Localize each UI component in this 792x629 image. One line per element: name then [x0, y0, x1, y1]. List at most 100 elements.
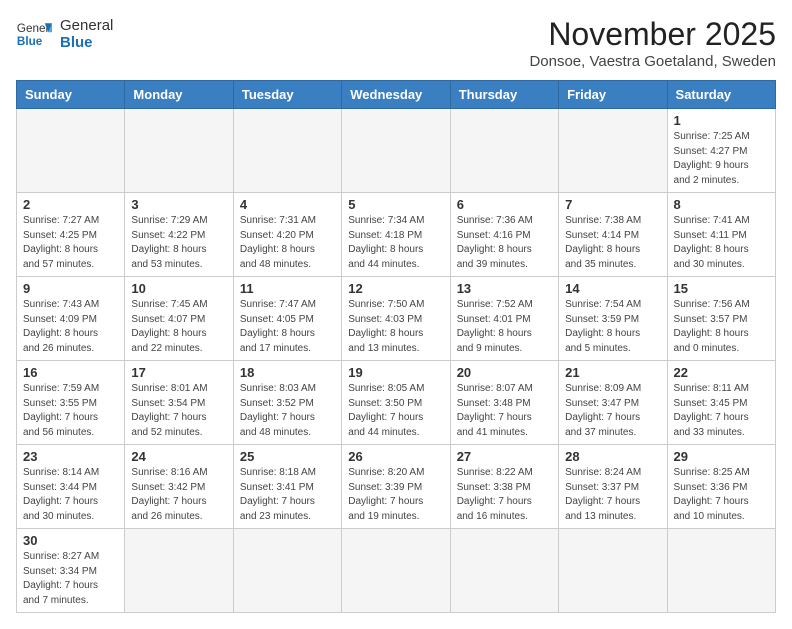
calendar-cell [125, 529, 233, 613]
calendar-week-1: 1Sunrise: 7:25 AM Sunset: 4:27 PM Daylig… [17, 109, 776, 193]
logo-blue-text: Blue [60, 34, 113, 51]
calendar-cell [342, 529, 450, 613]
day-number: 2 [23, 197, 118, 212]
calendar-cell: 18Sunrise: 8:03 AM Sunset: 3:52 PM Dayli… [233, 361, 341, 445]
calendar-header-tuesday: Tuesday [233, 81, 341, 109]
calendar-cell: 21 Sunrise: 8:09 AM Sunset: 3:47 PM Dayli… [559, 361, 667, 445]
day-info: Sunrise: 8:20 AM Sunset: 3:39 PM Dayligh… [348, 466, 443, 524]
location-title: Donsoe, Vaestra Goetaland, Sweden [529, 53, 776, 70]
calendar-cell: 5 Sunrise: 7:34 AM Sunset: 4:18 PM Daylig… [342, 193, 450, 277]
day-number: 21 [565, 365, 660, 380]
calendar-cell: 22 Sunrise: 8:11 AM Sunset: 3:45 PM Dayli… [667, 361, 775, 445]
title-area: November 2025 Donsoe, Vaestra Goetaland,… [529, 16, 776, 70]
calendar-cell: 10 Sunrise: 7:45 AM Sunset: 4:07 PM Dayli… [125, 277, 233, 361]
calendar-cell: 3 Sunrise: 7:29 AM Sunset: 4:22 PM Daylig… [125, 193, 233, 277]
calendar-header-thursday: Thursday [450, 81, 558, 109]
day-info: Sunrise: 8:05 AM Sunset: 3:50 PM Dayligh… [348, 382, 443, 440]
day-number: 4 [240, 197, 335, 212]
calendar-cell [559, 529, 667, 613]
calendar-cell: 6 Sunrise: 7:36 AM Sunset: 4:16 PM Daylig… [450, 193, 558, 277]
day-number: 14 [565, 281, 660, 296]
calendar-cell: 2Sunrise: 7:27 AM Sunset: 4:25 PM Daylig… [17, 193, 125, 277]
calendar-cell: 1Sunrise: 7:25 AM Sunset: 4:27 PM Daylig… [667, 109, 775, 193]
day-number: 23 [23, 449, 118, 464]
day-number: 24 [131, 449, 226, 464]
calendar-cell [233, 109, 341, 193]
day-number: 13 [457, 281, 552, 296]
day-info: Sunrise: 8:09 AM Sunset: 3:47 PM Dayligh… [565, 382, 660, 440]
logo-icon: General Blue [16, 16, 52, 52]
calendar-cell: 28 Sunrise: 8:24 AM Sunset: 3:37 PM Dayli… [559, 445, 667, 529]
day-info: Sunrise: 8:22 AM Sunset: 3:38 PM Dayligh… [457, 466, 552, 524]
day-info: Sunrise: 7:54 AM Sunset: 3:59 PM Dayligh… [565, 298, 660, 356]
calendar-cell: 27 Sunrise: 8:22 AM Sunset: 3:38 PM Dayli… [450, 445, 558, 529]
calendar-cell: 12Sunrise: 7:50 AM Sunset: 4:03 PM Dayli… [342, 277, 450, 361]
day-number: 22 [674, 365, 769, 380]
day-info: Sunrise: 7:36 AM Sunset: 4:16 PM Dayligh… [457, 214, 552, 272]
calendar-cell [450, 109, 558, 193]
calendar-cell: 15 Sunrise: 7:56 AM Sunset: 3:57 PM Dayli… [667, 277, 775, 361]
day-number: 20 [457, 365, 552, 380]
day-number: 25 [240, 449, 335, 464]
calendar-cell [559, 109, 667, 193]
header: General Blue General Blue November 2025 … [16, 16, 776, 70]
calendar-week-6: 30Sunrise: 8:27 AM Sunset: 3:34 PM Dayli… [17, 529, 776, 613]
day-info: Sunrise: 8:11 AM Sunset: 3:45 PM Dayligh… [674, 382, 769, 440]
day-info: Sunrise: 7:45 AM Sunset: 4:07 PM Dayligh… [131, 298, 226, 356]
calendar-cell: 16Sunrise: 7:59 AM Sunset: 3:55 PM Dayli… [17, 361, 125, 445]
day-number: 5 [348, 197, 443, 212]
day-number: 15 [674, 281, 769, 296]
day-number: 10 [131, 281, 226, 296]
day-info: Sunrise: 7:25 AM Sunset: 4:27 PM Dayligh… [674, 130, 769, 188]
day-info: Sunrise: 8:01 AM Sunset: 3:54 PM Dayligh… [131, 382, 226, 440]
day-info: Sunrise: 8:24 AM Sunset: 3:37 PM Dayligh… [565, 466, 660, 524]
calendar-cell [667, 529, 775, 613]
calendar-cell [233, 529, 341, 613]
calendar-header-sunday: Sunday [17, 81, 125, 109]
day-number: 29 [674, 449, 769, 464]
day-info: Sunrise: 8:25 AM Sunset: 3:36 PM Dayligh… [674, 466, 769, 524]
calendar-cell: 25 Sunrise: 8:18 AM Sunset: 3:41 PM Dayli… [233, 445, 341, 529]
calendar-cell: 29 Sunrise: 8:25 AM Sunset: 3:36 PM Dayli… [667, 445, 775, 529]
month-title: November 2025 [529, 16, 776, 53]
day-info: Sunrise: 7:29 AM Sunset: 4:22 PM Dayligh… [131, 214, 226, 272]
calendar-header-monday: Monday [125, 81, 233, 109]
calendar-cell: 17Sunrise: 8:01 AM Sunset: 3:54 PM Dayli… [125, 361, 233, 445]
day-number: 26 [348, 449, 443, 464]
svg-text:Blue: Blue [17, 35, 43, 48]
calendar-cell: 14 Sunrise: 7:54 AM Sunset: 3:59 PM Dayli… [559, 277, 667, 361]
calendar-cell [125, 109, 233, 193]
day-info: Sunrise: 8:18 AM Sunset: 3:41 PM Dayligh… [240, 466, 335, 524]
calendar-cell: 30Sunrise: 8:27 AM Sunset: 3:34 PM Dayli… [17, 529, 125, 613]
day-number: 11 [240, 281, 335, 296]
day-info: Sunrise: 7:38 AM Sunset: 4:14 PM Dayligh… [565, 214, 660, 272]
day-number: 3 [131, 197, 226, 212]
day-number: 16 [23, 365, 118, 380]
calendar-cell: 23Sunrise: 8:14 AM Sunset: 3:44 PM Dayli… [17, 445, 125, 529]
day-number: 8 [674, 197, 769, 212]
day-number: 19 [348, 365, 443, 380]
day-number: 18 [240, 365, 335, 380]
calendar-cell: 9Sunrise: 7:43 AM Sunset: 4:09 PM Daylig… [17, 277, 125, 361]
calendar-header-row: SundayMondayTuesdayWednesdayThursdayFrid… [17, 81, 776, 109]
day-number: 28 [565, 449, 660, 464]
calendar-cell: 8Sunrise: 7:41 AM Sunset: 4:11 PM Daylig… [667, 193, 775, 277]
day-number: 27 [457, 449, 552, 464]
day-info: Sunrise: 7:50 AM Sunset: 4:03 PM Dayligh… [348, 298, 443, 356]
calendar-cell: 19 Sunrise: 8:05 AM Sunset: 3:50 PM Dayli… [342, 361, 450, 445]
day-info: Sunrise: 7:34 AM Sunset: 4:18 PM Dayligh… [348, 214, 443, 272]
logo: General Blue General Blue [16, 16, 113, 52]
day-info: Sunrise: 7:31 AM Sunset: 4:20 PM Dayligh… [240, 214, 335, 272]
day-info: Sunrise: 7:56 AM Sunset: 3:57 PM Dayligh… [674, 298, 769, 356]
calendar: SundayMondayTuesdayWednesdayThursdayFrid… [16, 80, 776, 613]
day-number: 9 [23, 281, 118, 296]
day-info: Sunrise: 8:07 AM Sunset: 3:48 PM Dayligh… [457, 382, 552, 440]
day-number: 7 [565, 197, 660, 212]
calendar-cell: 24 Sunrise: 8:16 AM Sunset: 3:42 PM Dayli… [125, 445, 233, 529]
calendar-header-saturday: Saturday [667, 81, 775, 109]
calendar-week-2: 2Sunrise: 7:27 AM Sunset: 4:25 PM Daylig… [17, 193, 776, 277]
calendar-cell [342, 109, 450, 193]
day-info: Sunrise: 8:16 AM Sunset: 3:42 PM Dayligh… [131, 466, 226, 524]
calendar-cell: 26 Sunrise: 8:20 AM Sunset: 3:39 PM Dayli… [342, 445, 450, 529]
day-number: 6 [457, 197, 552, 212]
